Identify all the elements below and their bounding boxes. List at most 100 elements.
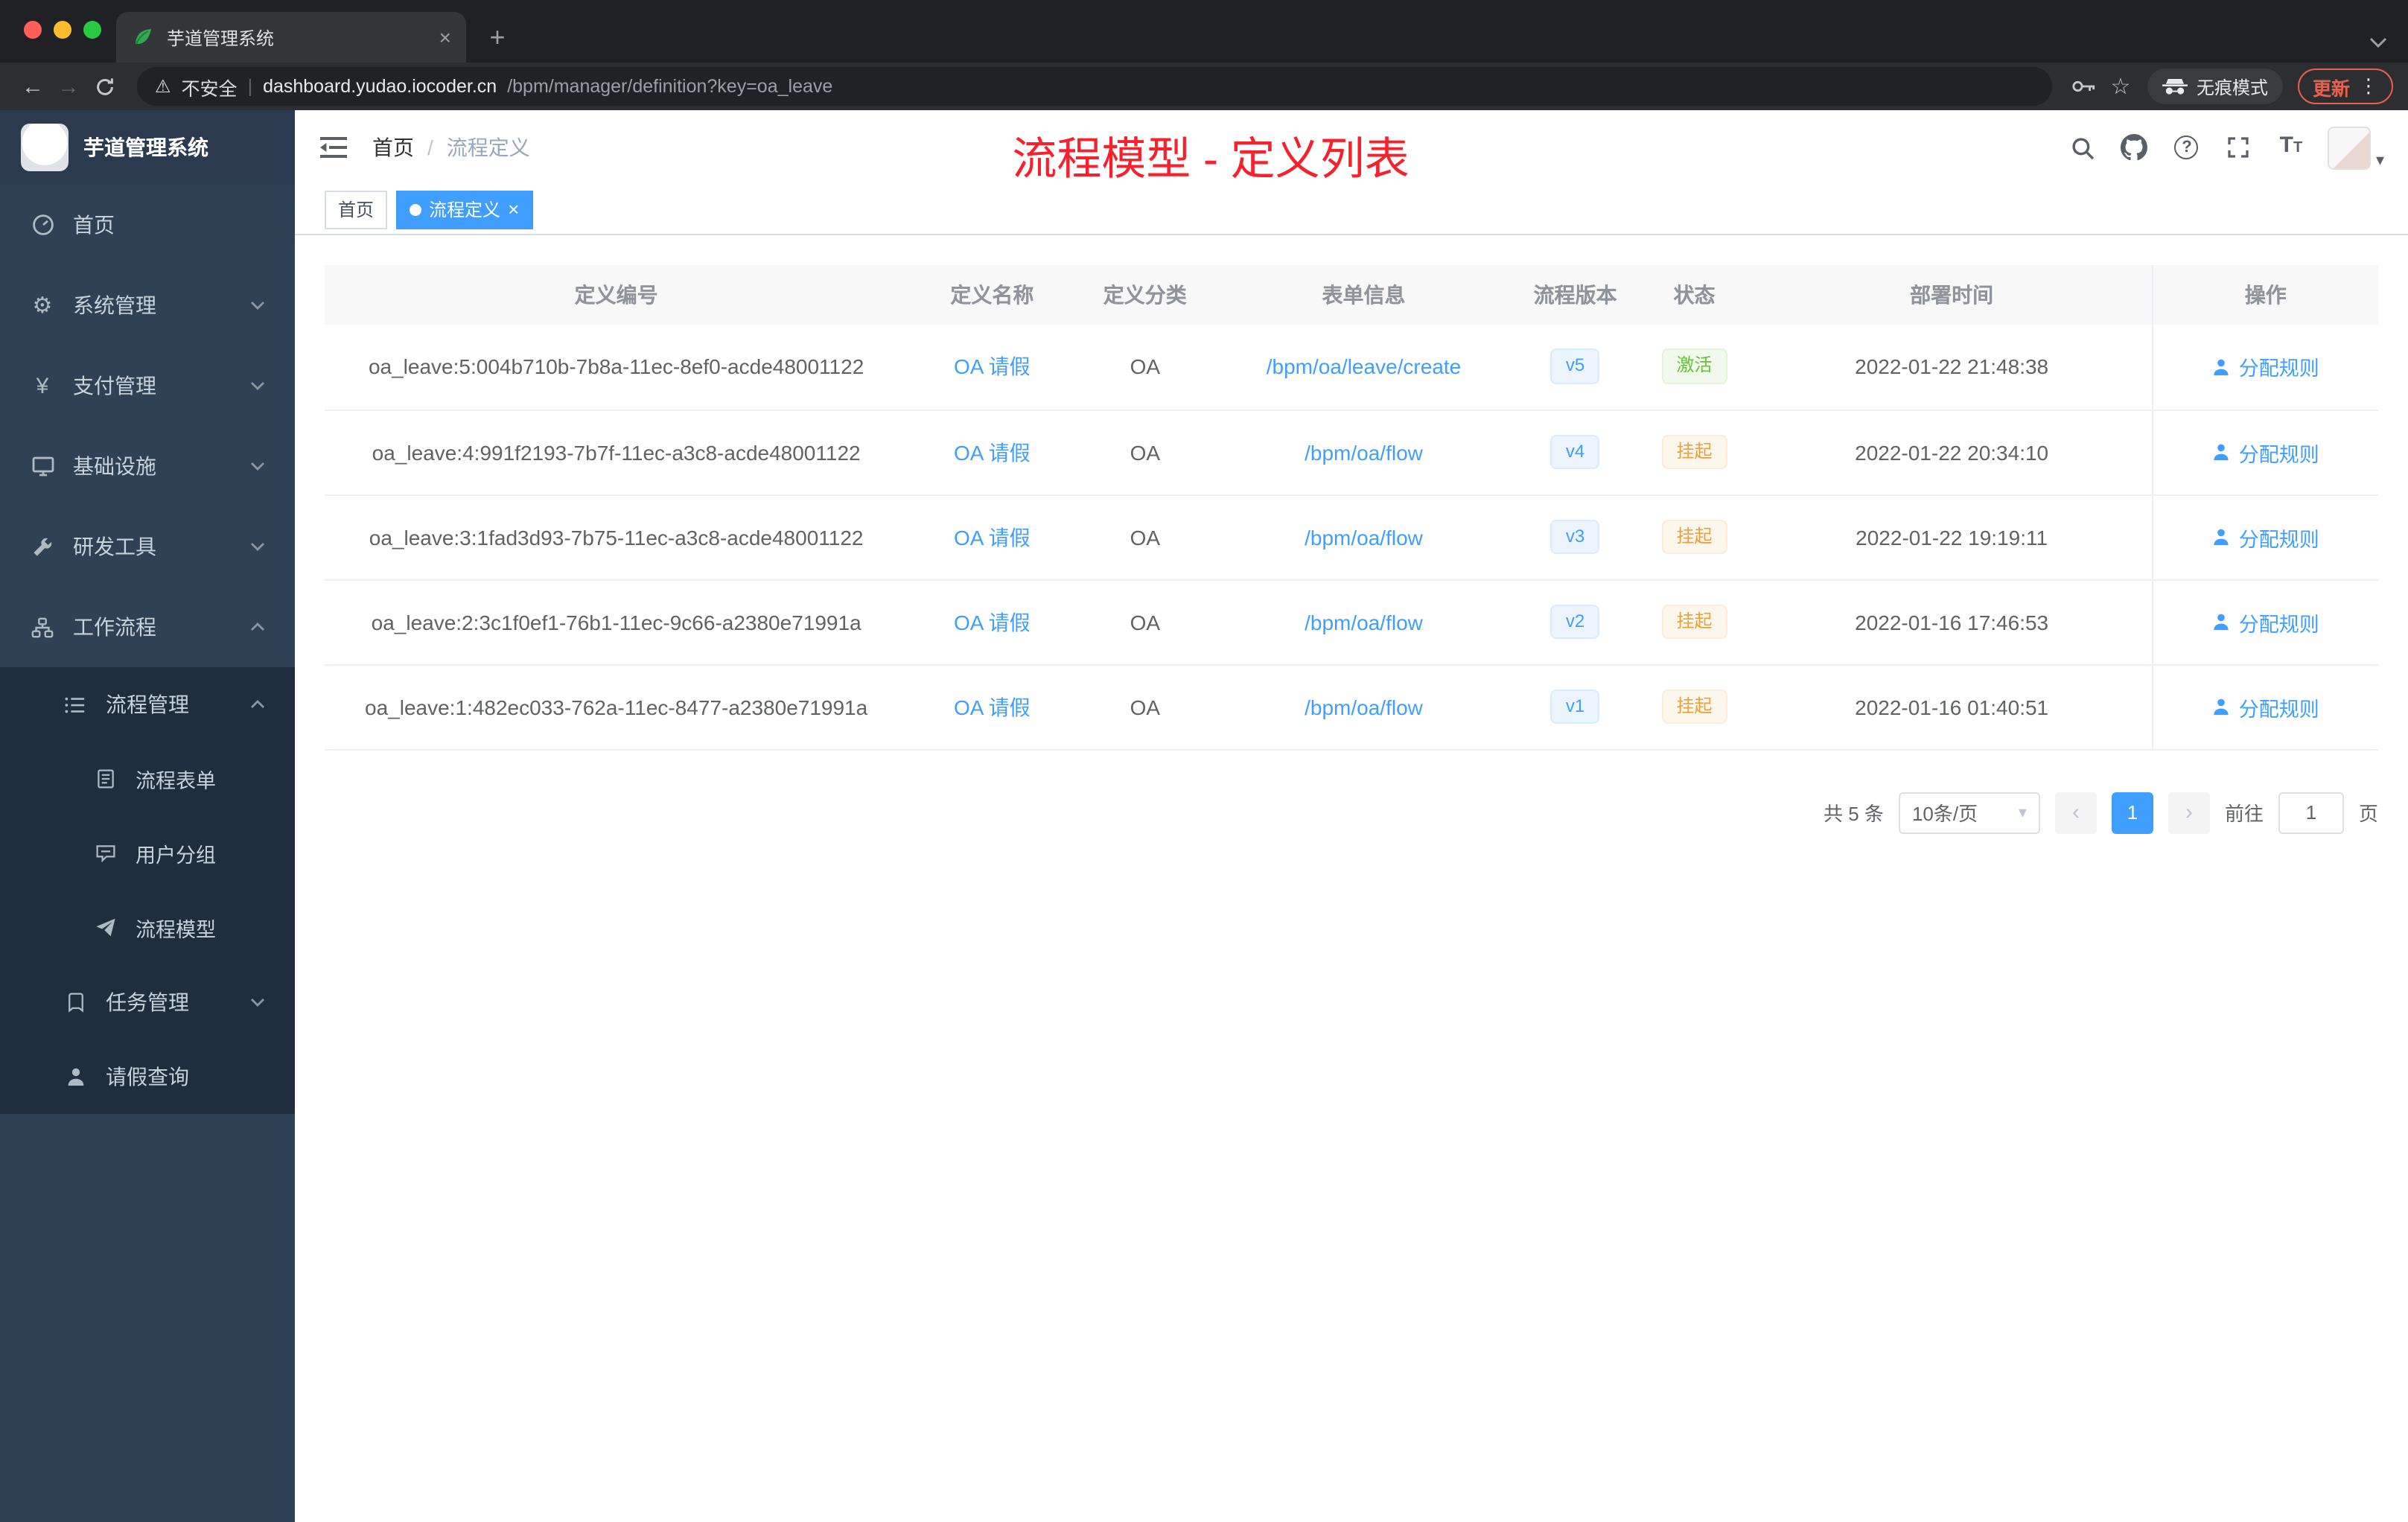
sidebar-item-home[interactable]: 首页 bbox=[0, 185, 295, 265]
cell-deploy-time: 2022-01-16 17:46:53 bbox=[1751, 579, 2153, 665]
assign-rule-link[interactable]: 分配规则 bbox=[2212, 437, 2319, 467]
browser-window: 芋道管理系统 × + ← → ⚠ 不安全 | dashboard.yudao.i… bbox=[0, 0, 2408, 1522]
table-row[interactable]: oa_leave:2:3c1f0ef1-76b1-11ec-9c66-a2380… bbox=[325, 579, 2378, 665]
github-icon[interactable] bbox=[2120, 133, 2150, 162]
form-info-link[interactable]: /bpm/oa/leave/create bbox=[1267, 355, 1462, 379]
browser-toolbar: ← → ⚠ 不安全 | dashboard.yudao.iocoder.cn/b… bbox=[0, 63, 2408, 110]
table-row[interactable]: oa_leave:3:1fad3d93-7b75-11ec-a3c8-acde4… bbox=[325, 494, 2378, 580]
current-page-button[interactable]: 1 bbox=[2111, 792, 2153, 833]
help-icon[interactable]: ? bbox=[2172, 133, 2202, 162]
assign-rule-link[interactable]: 分配规则 bbox=[2212, 352, 2319, 382]
definition-name-link[interactable]: OA 请假 bbox=[954, 440, 1031, 464]
breadcrumb-separator: / bbox=[427, 136, 433, 159]
sidebar-item-devtools[interactable]: 研发工具 bbox=[0, 506, 295, 587]
status-badge: 挂起 bbox=[1661, 604, 1727, 640]
cell-category: OA bbox=[1076, 410, 1214, 495]
more-menu-icon[interactable]: ⋮ bbox=[2359, 74, 2378, 98]
sidebar-item-workflow[interactable]: 工作流程 bbox=[0, 587, 295, 667]
assign-rule-link[interactable]: 分配规则 bbox=[2212, 607, 2319, 637]
chevron-down-icon bbox=[250, 462, 265, 471]
col-form-info: 表单信息 bbox=[1214, 265, 1514, 325]
gear-icon: ⚙ bbox=[32, 293, 53, 319]
chevron-down-icon bbox=[250, 301, 265, 310]
definition-name-link[interactable]: OA 请假 bbox=[954, 355, 1031, 379]
browser-tab[interactable]: 芋道管理系统 × bbox=[116, 12, 466, 63]
avatar[interactable] bbox=[2328, 126, 2372, 169]
url-bar[interactable]: ⚠ 不安全 | dashboard.yudao.iocoder.cn/bpm/m… bbox=[137, 67, 2052, 106]
sidebar-item-infrastructure[interactable]: 基础设施 bbox=[0, 426, 295, 506]
page-size-select[interactable]: 10条/页 ▾ bbox=[1898, 792, 2040, 833]
hamburger-icon[interactable] bbox=[319, 133, 348, 162]
breadcrumb-home[interactable]: 首页 bbox=[372, 133, 414, 162]
header-actions: ? TT ▾ bbox=[2068, 126, 2384, 169]
definition-name-link[interactable]: OA 请假 bbox=[954, 525, 1031, 549]
form-info-link[interactable]: /bpm/oa/flow bbox=[1305, 440, 1423, 464]
form-info-link[interactable]: /bpm/oa/flow bbox=[1305, 525, 1423, 549]
definition-name-link[interactable]: OA 请假 bbox=[954, 695, 1031, 719]
tab-search-chevron-icon[interactable] bbox=[2369, 37, 2387, 48]
cell-definition-id: oa_leave:4:991f2193-7b7f-11ec-a3c8-acde4… bbox=[325, 410, 908, 495]
tag-close-icon[interactable]: × bbox=[508, 198, 519, 220]
url-host: dashboard.yudao.iocoder.cn bbox=[263, 76, 497, 97]
password-key-icon[interactable] bbox=[2067, 69, 2103, 104]
tab-favicon-icon bbox=[131, 25, 155, 49]
yen-icon: ¥ bbox=[36, 373, 49, 398]
incognito-badge: 无痕模式 bbox=[2147, 69, 2283, 104]
tag-home[interactable]: 首页 bbox=[325, 190, 388, 229]
close-window-button[interactable] bbox=[24, 21, 42, 39]
person-icon bbox=[63, 1064, 88, 1089]
sidebar-item-user-group[interactable]: 用户分组 bbox=[0, 816, 295, 891]
user-menu[interactable]: ▾ bbox=[2328, 126, 2384, 169]
col-definition-name: 定义名称 bbox=[908, 265, 1077, 325]
chevron-down-icon bbox=[250, 381, 265, 390]
wrench-icon bbox=[30, 534, 55, 559]
chevron-up-icon bbox=[250, 700, 265, 709]
workflow-submenu: 流程管理 流程表单 用户分组 流程模型 任务管理 请假查询 bbox=[0, 667, 295, 1114]
new-tab-button[interactable]: + bbox=[478, 18, 517, 57]
table-row[interactable]: oa_leave:5:004b710b-7b8a-11ec-8ef0-acde4… bbox=[325, 325, 2378, 410]
bookmark-star-icon[interactable]: ☆ bbox=[2103, 69, 2138, 104]
definition-name-link[interactable]: OA 请假 bbox=[954, 610, 1031, 634]
forward-icon[interactable]: → bbox=[51, 69, 86, 104]
search-icon[interactable] bbox=[2068, 133, 2098, 162]
goto-label: 前往 bbox=[2224, 803, 2264, 825]
prev-page-button[interactable]: ‹ bbox=[2054, 792, 2097, 833]
minimize-window-button[interactable] bbox=[54, 21, 71, 39]
definition-table: 定义编号 定义名称 定义分类 表单信息 流程版本 状态 部署时间 操作 oa_l bbox=[325, 265, 2378, 750]
sidebar-item-task-management[interactable]: 任务管理 bbox=[0, 965, 295, 1039]
table-row[interactable]: oa_leave:4:991f2193-7b7f-11ec-a3c8-acde4… bbox=[325, 410, 2378, 495]
user-icon bbox=[2214, 529, 2229, 546]
form-info-link[interactable]: /bpm/oa/flow bbox=[1305, 695, 1423, 719]
browser-update-button[interactable]: 更新 ⋮ bbox=[2297, 69, 2393, 104]
back-icon[interactable]: ← bbox=[15, 69, 51, 104]
cell-deploy-time: 2022-01-22 21:48:38 bbox=[1751, 325, 2153, 410]
cell-category: OA bbox=[1076, 579, 1214, 665]
goto-page-input[interactable] bbox=[2278, 792, 2344, 833]
font-size-icon[interactable]: TT bbox=[2276, 133, 2306, 162]
maximize-window-button[interactable] bbox=[83, 21, 101, 39]
version-badge: v3 bbox=[1550, 519, 1600, 555]
table-row[interactable]: oa_leave:1:482ec033-762a-11ec-8477-a2380… bbox=[325, 664, 2378, 750]
sidebar-item-leave-query[interactable]: 请假查询 bbox=[0, 1039, 295, 1114]
cell-definition-id: oa_leave:1:482ec033-762a-11ec-8477-a2380… bbox=[325, 664, 908, 750]
assign-rule-link[interactable]: 分配规则 bbox=[2212, 692, 2319, 722]
form-info-link[interactable]: /bpm/oa/flow bbox=[1305, 610, 1423, 634]
sidebar-item-process-management[interactable]: 流程管理 bbox=[0, 667, 295, 742]
sidebar-item-payment[interactable]: ¥ 支付管理 bbox=[0, 346, 295, 426]
fullscreen-icon[interactable] bbox=[2224, 133, 2254, 162]
tab-close-icon[interactable]: × bbox=[439, 25, 451, 49]
sidebar-item-process-form[interactable]: 流程表单 bbox=[0, 742, 295, 816]
sidebar-item-process-model[interactable]: 流程模型 bbox=[0, 891, 295, 965]
next-page-button[interactable]: › bbox=[2167, 792, 2210, 833]
version-badge: v2 bbox=[1550, 604, 1600, 640]
user-group-icon bbox=[92, 841, 118, 866]
reload-icon[interactable] bbox=[86, 69, 122, 104]
assign-rule-link[interactable]: 分配规则 bbox=[2212, 522, 2319, 552]
security-label[interactable]: 不安全 bbox=[182, 72, 238, 101]
sidebar-menu: 首页 ⚙ 系统管理 ¥ 支付管理 基础设施 研发工具 工作流程 流程管理 流程表… bbox=[0, 185, 295, 1114]
tag-process-definition[interactable]: 流程定义 × bbox=[396, 190, 533, 229]
main-area: 首页 / 流程定义 流程模型 - 定义列表 ? T T ▾ 首页 流程定义 × … bbox=[295, 110, 2408, 1522]
app-area: 芋道管理系统 首页 ⚙ 系统管理 ¥ 支付管理 基础设施 研发工具 工作流程 流… bbox=[0, 110, 2408, 1522]
status-badge: 挂起 bbox=[1661, 519, 1727, 555]
sidebar-item-system[interactable]: ⚙ 系统管理 bbox=[0, 265, 295, 346]
